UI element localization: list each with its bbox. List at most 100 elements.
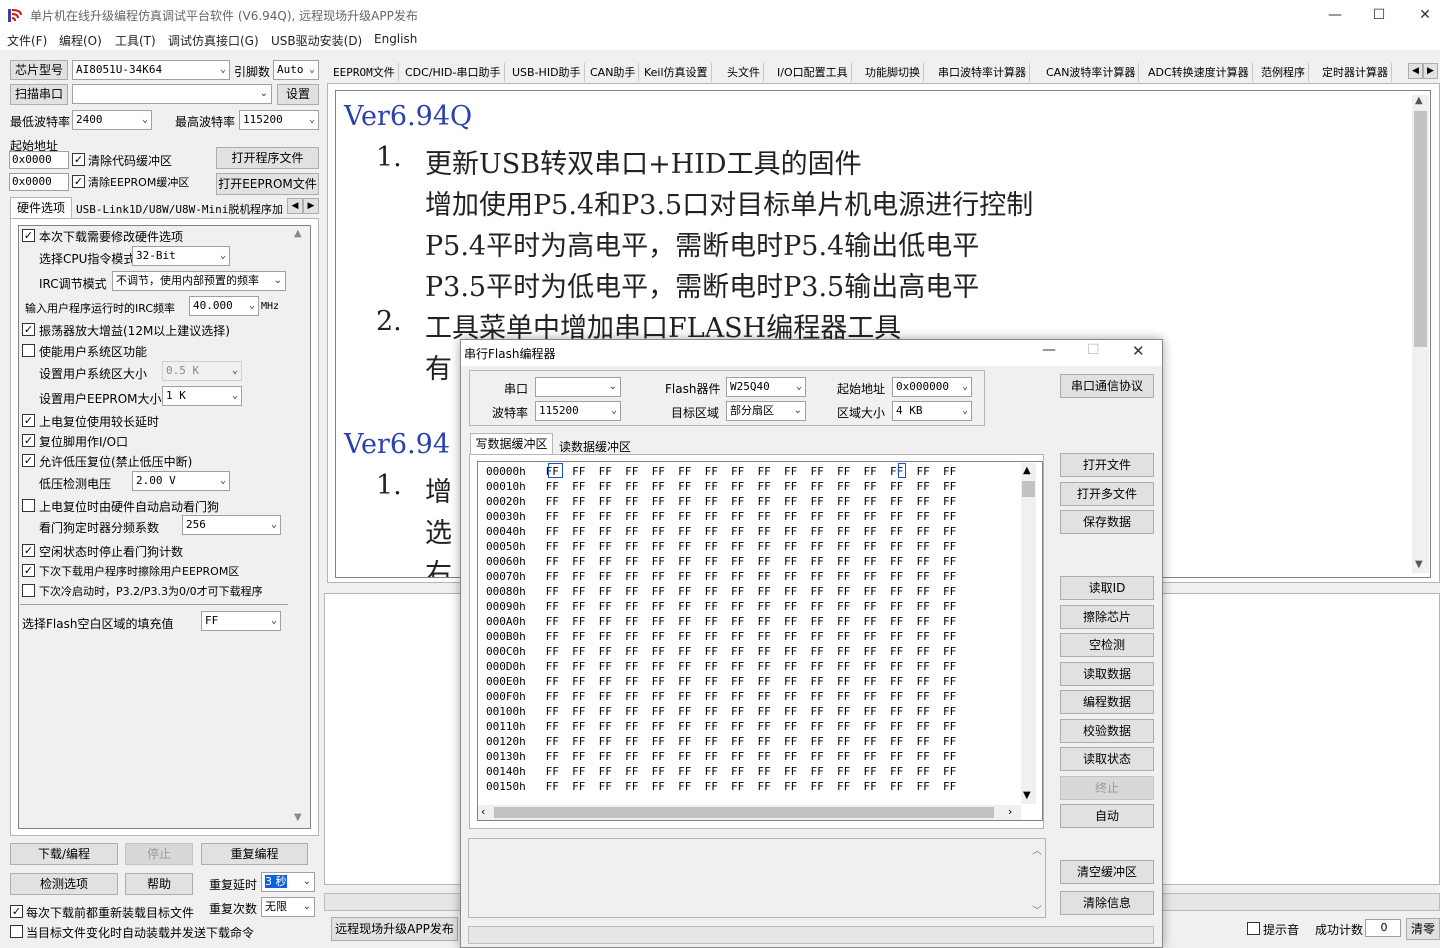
tab-write-buffer[interactable]: 写数据缓冲区 [470,433,553,455]
menu-english[interactable]: English [374,32,417,46]
open-file-button[interactable]: 打开文件 [1060,453,1154,477]
port-select[interactable]: ⌄ [72,84,272,104]
hex-row[interactable]: 000A0h FF FF FF FF FF FF FF FF FF FF FF … [486,614,956,629]
reprogram-button[interactable]: 重复编程 [201,843,308,865]
tab-read-buffer[interactable]: 读数据缓冲区 [559,438,631,455]
scroll-up-icon[interactable]: ▲ [1023,465,1031,476]
read-id-button[interactable]: 读取ID [1060,576,1154,600]
wdt-auto-checkbox[interactable] [22,499,35,512]
hex-row[interactable]: 00060h FF FF FF FF FF FF FF FF FF FF FF … [486,554,956,569]
notes-scroll-thumb[interactable] [1414,111,1427,347]
dlg-baud-select[interactable]: 115200 ⌄ [535,401,621,421]
hex-row[interactable]: 00150h FF FF FF FF FF FF FF FF FF FF FF … [486,779,956,794]
wdt-div-select[interactable]: 256 ⌄ [182,515,281,535]
dialog-maximize-icon[interactable]: ☐ [1087,342,1100,358]
fill-value-select[interactable]: FF ⌄ [201,611,281,631]
user-sys-checkbox[interactable] [22,344,35,357]
verify-data-button[interactable]: 校验数据 [1060,719,1154,743]
menu-tools[interactable]: 工具(T) [115,32,156,49]
read-status-button[interactable]: 读取状态 [1060,747,1154,771]
tab-eeprom-file[interactable]: EEPROM文件 [330,63,399,82]
dlg-device-select[interactable]: W25Q40 ⌄ [726,377,806,397]
code-address-input[interactable]: 0x0000 [9,151,69,169]
hex-row[interactable]: 00100h FF FF FF FF FF FF FF FF FF FF FF … [486,704,956,719]
dialog-minimize-icon[interactable]: — [1042,342,1056,358]
dlg-start-select[interactable]: 0x000000 ⌄ [892,377,972,397]
tab-cdc-hid-serial[interactable]: CDC/HID-串口助手 [402,63,505,82]
tab-program-add[interactable]: 程序加 [250,201,288,217]
irc-mode-select[interactable]: 不调节，使用内部预置的频率 ⌄ [112,271,286,291]
dialog-message-output[interactable] [468,838,1046,918]
tab-usb-link[interactable]: USB-Link1D/U8W/U8W-Mini脱机 [76,201,250,217]
hex-row[interactable]: 000C0h FF FF FF FF FF FF FF FF FF FF FF … [486,644,956,659]
hex-vscroll-thumb[interactable] [1022,481,1035,497]
open-eeprom-button[interactable]: 打开EEPROM文件 [216,173,319,195]
tab-can-helper[interactable]: CAN助手 [587,63,640,82]
eeprom-address-input[interactable]: 0x0000 [9,173,69,191]
dialog-close-icon[interactable]: ✕ [1132,342,1145,360]
scroll-down-icon[interactable]: ▼ [1415,559,1423,570]
scroll-right-icon[interactable]: › [1008,805,1012,818]
remote-app-button[interactable]: 远程现场升级APP发布 [331,917,458,941]
tabs-scroll-right-icon[interactable]: ▶ [1423,63,1438,79]
scroll-down-icon[interactable]: ▼ [294,812,302,823]
check-options-button[interactable]: 检测选项 [10,873,118,895]
scroll-up-icon[interactable]: ︿ [1032,842,1042,857]
dlg-area-select[interactable]: 部分扇区 ⌄ [726,401,806,421]
irc-freq-input[interactable]: 40.000 ⌄ [189,296,259,316]
erase-eeprom-checkbox[interactable]: ✓ [22,564,35,577]
tab-usb-hid[interactable]: USB-HID助手 [509,63,585,82]
osc-gain-checkbox[interactable]: ✓ [22,323,35,336]
max-baud-select[interactable]: 115200 ⌄ [239,110,319,130]
long-delay-checkbox[interactable]: ✓ [22,414,35,427]
tab-adc-calc[interactable]: ADC转换速度计算器 [1145,63,1253,82]
min-baud-select[interactable]: 2400 ⌄ [72,110,152,130]
hex-row[interactable]: 00050h FF FF FF FF FF FF FF FF FF FF FF … [486,539,956,554]
cold-boot-checkbox[interactable] [22,584,35,597]
clear-count-button[interactable]: 清零 [1406,918,1440,940]
hex-row[interactable]: 00020h FF FF FF FF FF FF FF FF FF FF FF … [486,494,956,509]
hex-row[interactable]: 000F0h FF FF FF FF FF FF FF FF FF FF FF … [486,689,956,704]
hex-hscroll-thumb[interactable] [494,807,994,818]
tab-examples[interactable]: 范例程序 [1258,63,1309,82]
clear-eeprom-checkbox[interactable]: ✓ [72,175,85,188]
menu-program[interactable]: 编程(O) [59,32,102,49]
chip-type-select[interactable]: AI8051U-34K64 ⌄ [72,60,230,80]
dlg-size-select[interactable]: 4 KB ⌄ [892,401,972,421]
scroll-down-icon[interactable]: ﹀ [1032,902,1042,917]
read-data-button[interactable]: 读取数据 [1060,662,1154,686]
options-scrollbar[interactable] [292,227,309,827]
close-button[interactable]: ✕ [1402,0,1440,30]
clear-code-checkbox[interactable]: ✓ [72,153,85,166]
modify-hw-checkbox[interactable]: ✓ [22,229,35,242]
save-data-button[interactable]: 保存数据 [1060,510,1154,534]
hex-row[interactable]: 000D0h FF FF FF FF FF FF FF FF FF FF FF … [486,659,956,674]
open-program-button[interactable]: 打开程序文件 [216,147,319,169]
hex-row[interactable]: 000B0h FF FF FF FF FF FF FF FF FF FF FF … [486,629,956,644]
user-sys-size-select[interactable]: 0.5 K ⌄ [162,361,242,381]
reload-each-checkbox[interactable]: ✓ [10,905,23,918]
pin-count-select[interactable]: Auto ⌄ [273,60,319,80]
tab-timer-calc[interactable]: 定时器计算器 [1319,63,1392,82]
hex-row[interactable]: 00030h FF FF FF FF FF FF FF FF FF FF FF … [486,509,956,524]
tab-header-file[interactable]: 头文件 [724,63,764,82]
scroll-up-icon[interactable]: ▲ [294,228,302,239]
tab-scroll-left-icon[interactable]: ◀ [287,198,303,214]
tab-pin-switch[interactable]: 功能脚切换 [862,63,924,82]
settings-button[interactable]: 设置 [277,84,319,105]
minimize-button[interactable]: — [1312,0,1358,30]
beep-checkbox[interactable] [1247,922,1260,935]
dlg-port-select[interactable]: ⌄ [535,377,621,397]
scan-port-button[interactable]: 扫描串口 [10,84,68,105]
menu-debug[interactable]: 调试仿真接口(G) [168,32,259,49]
low-volt-reset-checkbox[interactable]: ✓ [22,454,35,467]
erase-chip-button[interactable]: 擦除芯片 [1060,605,1154,629]
blank-check-button[interactable]: 空检测 [1060,633,1154,657]
hex-row[interactable]: 00120h FF FF FF FF FF FF FF FF FF FF FF … [486,734,956,749]
menu-file[interactable]: 文件(F) [7,32,47,49]
low-volt-select[interactable]: 2.00 V ⌄ [132,471,230,491]
tab-keil-sim[interactable]: Keil仿真设置 [641,63,712,82]
serial-protocol-button[interactable]: 串口通信协议 [1060,374,1154,398]
hex-row[interactable]: 00130h FF FF FF FF FF FF FF FF FF FF FF … [486,749,956,764]
help-button[interactable]: 帮助 [125,873,193,895]
